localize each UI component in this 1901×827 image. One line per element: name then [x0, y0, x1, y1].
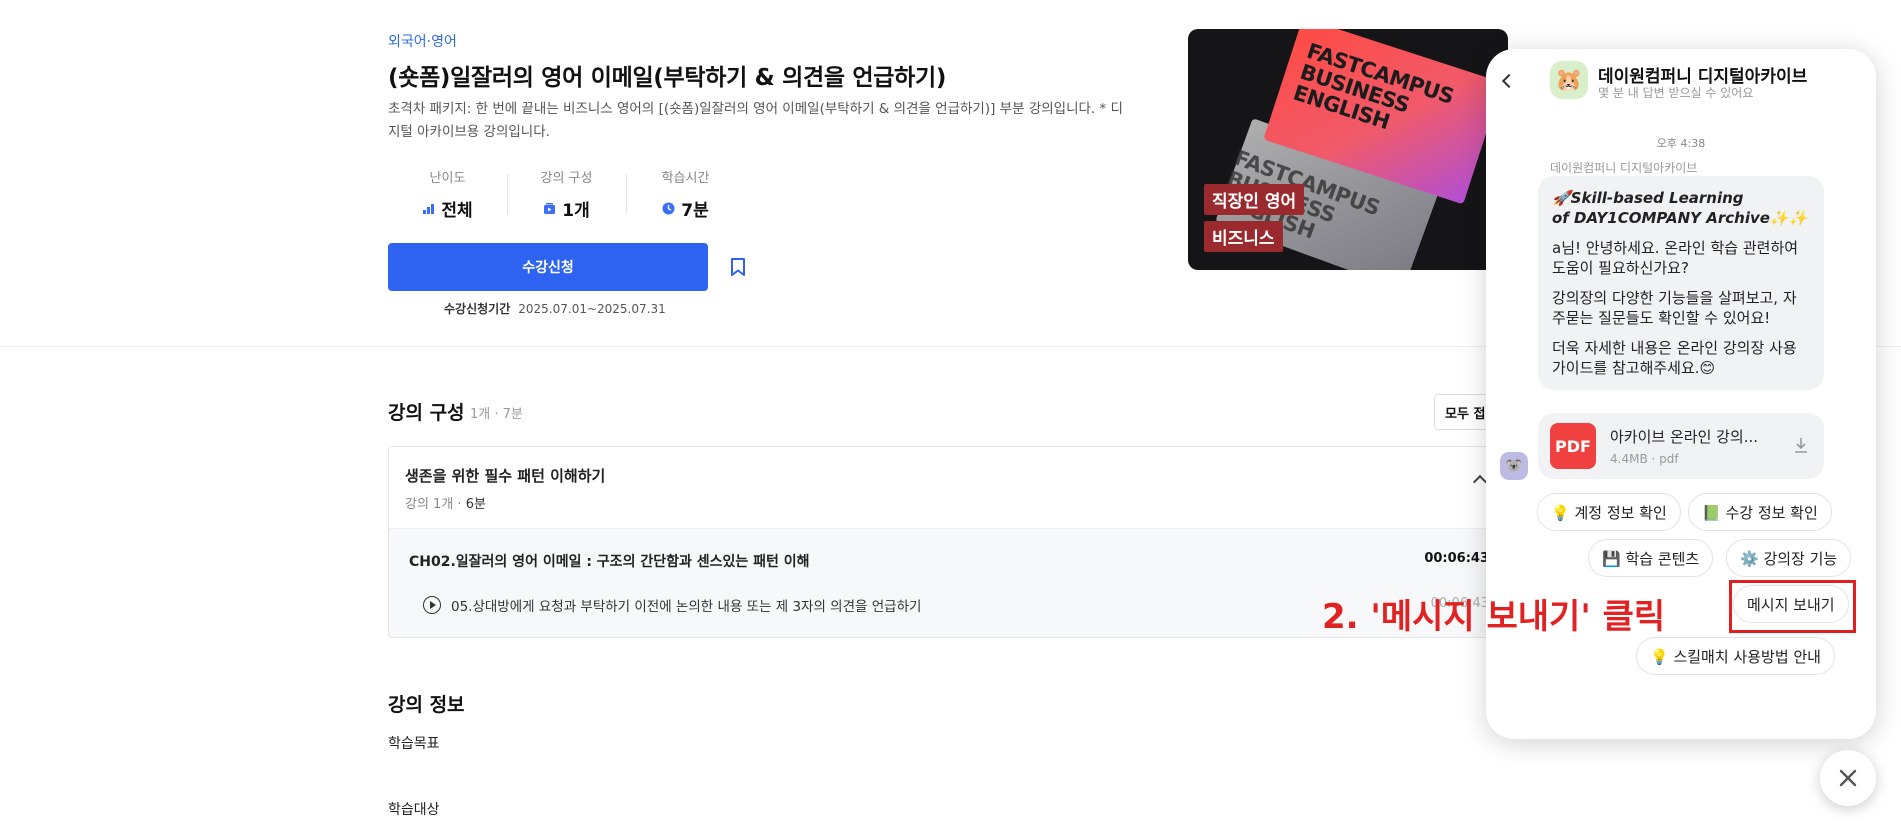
stat-duration: 학습시간 7분 — [626, 166, 745, 228]
back-arrow-icon[interactable] — [1501, 73, 1517, 89]
message-guide: 더욱 자세한 내용은 온라인 강의장 사용 가이드를 참고해주세요.😊 — [1552, 339, 1797, 377]
course-thumbnail: FASTCAMPUS BUSINESS ENGLISH FASTCAMPUS B… — [1188, 29, 1508, 270]
stat-label: 학습시간 — [661, 171, 710, 186]
stat-value: 전체 — [441, 201, 473, 221]
curriculum-title: 강의 구성 — [388, 402, 465, 424]
learning-target-label: 학습대상 — [388, 802, 440, 818]
quick-reply-skillmatch-guide[interactable]: 💡 스킬매치 사용방법 안내 — [1636, 637, 1835, 675]
learning-goal-label: 학습목표 — [388, 736, 440, 752]
quick-reply-classroom-features[interactable]: ⚙️ 강의장 기능 — [1726, 539, 1852, 577]
chevron-up-icon[interactable] — [1472, 474, 1488, 490]
stat-composition: 강의 구성 1개 — [507, 166, 626, 228]
course-category[interactable]: 외국어·영어 — [388, 31, 457, 51]
chapter-meta-time: 6분 — [465, 497, 486, 512]
chat-message-bubble: 🚀Skill-based Learning of DAY1COMPANY Arch… — [1538, 176, 1824, 390]
level-bars-icon — [423, 204, 435, 214]
video-stack-icon — [544, 203, 556, 214]
course-title: (숏폼)일잘러의 영어 이메일(부탁하기 & 의견을 언급하기) — [388, 65, 947, 91]
thumbnail-tag: 비즈니스 — [1204, 221, 1283, 252]
bot-avatar-icon: 🐨 — [1500, 452, 1528, 480]
quick-reply-enroll-info[interactable]: 📗 수강 정보 확인 — [1688, 493, 1832, 531]
chapter-header[interactable]: 생존을 위한 필수 패턴 이해하기 강의 1개 · 6분 — [389, 447, 1503, 529]
hamster-avatar-icon: 🐹 — [1550, 61, 1588, 99]
thumbnail-tag: 직장인 영어 — [1204, 184, 1305, 215]
message-headline: 🚀Skill-based Learning of DAY1COMPANY Arch… — [1552, 189, 1808, 227]
enroll-period: 수강신청기간 2025.07.01~2025.07.31 — [444, 300, 666, 317]
message-greeting: a님! 안녕하세요. 온라인 학습 관련하여 도움이 필요하신가요? — [1552, 239, 1799, 277]
chapter-meta-count: 강의 1개 · — [405, 497, 466, 512]
stat-value: 7분 — [681, 201, 709, 221]
chat-timestamp: 오후 4:38 — [1656, 137, 1706, 150]
file-meta: 4.4MB · pdf — [1610, 452, 1679, 466]
download-icon[interactable] — [1794, 437, 1808, 453]
chat-response-status: 몇 분 내 답변 받으실 수 있어요 — [1598, 86, 1754, 100]
stat-value: 1개 — [562, 201, 590, 221]
enroll-button[interactable]: 수강신청 — [388, 243, 708, 291]
lesson-item[interactable]: 05.상대방에게 요청과 부탁하기 이전에 논의한 내용 또는 제 3자의 의견… — [423, 595, 921, 615]
subchapter-time: 00:06:43 — [1424, 551, 1489, 566]
period-value: 2025.07.01~2025.07.31 — [518, 302, 666, 316]
file-attachment[interactable]: PDF 아카이브 온라인 강의... 4.4MB · pdf — [1538, 413, 1824, 479]
stat-label: 강의 구성 — [540, 171, 593, 186]
curriculum-summary: 1개 · 7분 — [470, 407, 523, 422]
course-stats: 난이도 전체 강의 구성 1개 학습시간 7분 — [388, 166, 748, 228]
course-info-title: 강의 정보 — [388, 694, 465, 716]
file-name: 아카이브 온라인 강의... — [1610, 428, 1759, 446]
period-label: 수강신청기간 — [444, 302, 511, 316]
close-chat-button[interactable] — [1820, 750, 1876, 806]
quick-reply-learning-content[interactable]: 💾 학습 콘텐츠 — [1588, 539, 1714, 577]
stat-label: 난이도 — [429, 171, 466, 186]
chapter-title: 생존을 위한 필수 패턴 이해하기 — [405, 467, 606, 485]
chapter-meta: 강의 1개 · 6분 — [405, 493, 486, 512]
stat-difficulty: 난이도 전체 — [388, 166, 507, 228]
chat-sender-name: 데이원컴퍼니 디지털아카이브 — [1550, 161, 1698, 175]
close-icon — [1839, 769, 1857, 787]
annotation-instruction: 2. '메시지 보내기' 클릭 — [1322, 597, 1666, 637]
pdf-file-icon: PDF — [1550, 423, 1596, 469]
quick-reply-account-info[interactable]: 💡 계정 정보 확인 — [1537, 493, 1681, 531]
bookmark-icon[interactable] — [726, 254, 750, 280]
course-description: 초격차 패키지: 한 번에 끝내는 비즈니스 영어의 [(숏폼)일잘러의 영어 … — [388, 101, 1123, 140]
clock-icon — [662, 202, 675, 215]
lesson-title: 05.상대방에게 요청과 부탁하기 이전에 논의한 내용 또는 제 3자의 의견… — [451, 599, 922, 615]
subchapter-title: CH02.일잘러의 영어 이메일 : 구조의 간단함과 센스있는 패턴 이해 — [409, 554, 810, 570]
message-features: 강의장의 다양한 기능들을 살펴보고, 자주묻는 질문들도 확인할 수 있어요! — [1552, 289, 1797, 327]
annotation-highlight-box — [1729, 580, 1856, 633]
play-icon — [423, 596, 441, 614]
